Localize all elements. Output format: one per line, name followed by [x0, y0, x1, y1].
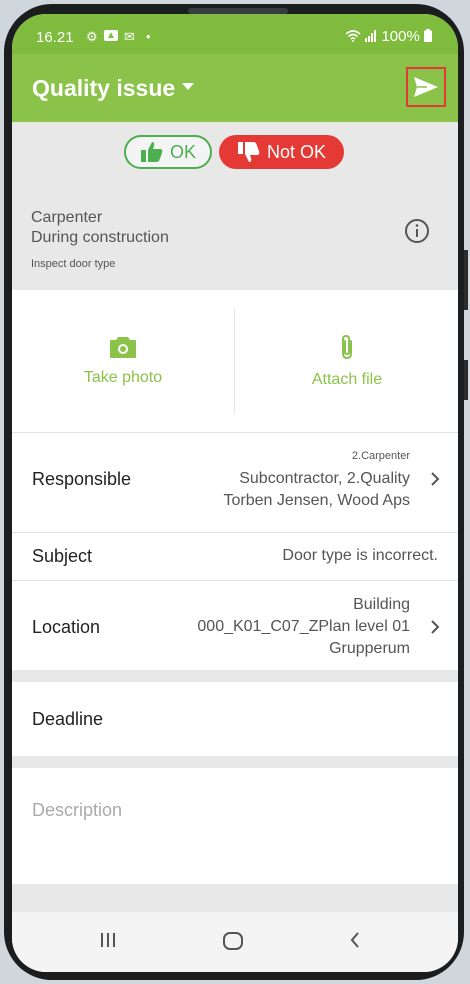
gear-icon: ⚙	[86, 29, 98, 44]
section-gap	[12, 670, 458, 682]
responsible-company: 2.Carpenter	[351, 450, 410, 462]
thumbs-down-icon	[237, 142, 260, 162]
deadline-label: Deadline	[32, 709, 104, 729]
dot-icon: •	[146, 29, 151, 44]
location-building: Building	[353, 596, 410, 613]
description-field[interactable]: Description	[12, 768, 458, 884]
send-button[interactable]	[406, 67, 446, 107]
issue-type-dropdown[interactable]: Quality issue	[32, 75, 175, 102]
subject-value: Door type is incorrect.	[282, 547, 438, 564]
status-right: 100%	[345, 28, 432, 45]
signal-icon	[365, 30, 377, 42]
attach-file-button[interactable]: Attach file	[236, 290, 458, 432]
paperclip-icon	[342, 334, 352, 360]
power-button	[464, 360, 468, 400]
app-bar: Quality issue	[12, 54, 458, 122]
battery-icon	[424, 29, 432, 42]
responsible-label: Responsible	[32, 469, 132, 489]
take-photo-button[interactable]: Take photo	[12, 290, 234, 432]
subject-label: Subject	[32, 546, 93, 566]
location-label: Location	[32, 617, 101, 637]
thumbs-up-icon	[140, 142, 163, 162]
take-photo-label: Take photo	[83, 369, 163, 386]
trade-text: Carpenter	[31, 209, 103, 226]
status-bar: 16.21 ⚙ ▲ ✉ • 100%	[12, 14, 458, 54]
media-actions: Take photo Attach file	[12, 290, 458, 432]
wifi-icon	[345, 30, 361, 42]
info-icon[interactable]	[404, 218, 430, 244]
recent-apps-icon[interactable]	[98, 930, 118, 950]
divider	[234, 308, 235, 414]
app-icon: ▲	[104, 30, 118, 41]
responsible-person: Torben Jensen, Wood Aps	[223, 492, 411, 509]
subject-row[interactable]: Subject Door type is incorrect.	[12, 532, 458, 580]
section-gap	[12, 756, 458, 768]
ok-label: OK	[169, 141, 196, 162]
chevron-right-icon	[431, 620, 440, 634]
location-room: Grupperum	[329, 640, 410, 657]
camera-icon	[110, 337, 136, 358]
location-row[interactable]: Location Building 000_K01_C07_ZPlan leve…	[12, 580, 458, 670]
description-placeholder: Description	[32, 800, 123, 820]
not-ok-label: Not OK	[266, 141, 327, 162]
phase-text: During construction	[31, 229, 169, 246]
mail-icon: ✉	[124, 29, 135, 44]
chevron-right-icon	[431, 472, 440, 486]
responsible-role: Subcontractor, 2.Quality	[239, 470, 410, 487]
status-time: 16.21	[36, 29, 74, 46]
chevron-down-icon[interactable]	[182, 83, 194, 90]
system-nav-bar	[12, 912, 458, 972]
screen: 16.21 ⚙ ▲ ✉ • 100% Quality issue OK Not …	[12, 14, 458, 972]
back-icon[interactable]	[348, 930, 362, 950]
send-icon	[414, 77, 438, 97]
attach-file-label: Attach file	[311, 371, 383, 388]
location-level: 000_K01_C07_ZPlan level 01	[197, 618, 410, 635]
ok-toggle-button[interactable]: OK	[124, 135, 212, 169]
not-ok-toggle-button[interactable]: Not OK	[219, 135, 344, 169]
checkpoint-text: Inspect door type	[31, 258, 116, 270]
home-icon[interactable]	[222, 930, 244, 952]
battery-percent: 100%	[381, 28, 420, 45]
volume-button	[464, 250, 468, 310]
checkpoint-header: OK Not OK Carpenter During construction …	[12, 122, 458, 290]
deadline-row[interactable]: Deadline	[12, 682, 458, 756]
responsible-row[interactable]: Responsible 2.Carpenter Subcontractor, 2…	[12, 432, 458, 532]
